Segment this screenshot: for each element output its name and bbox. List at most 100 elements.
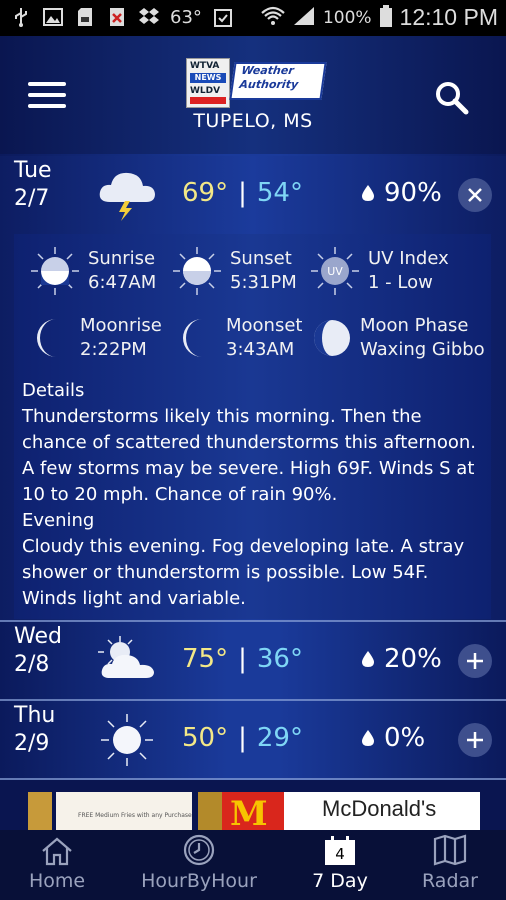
sd-card-icon	[74, 6, 96, 28]
day-details-panel: Sunrise 6:47AM Sunset 5:31PM UV UV Index…	[14, 234, 491, 619]
precipitation: 0%	[362, 723, 425, 753]
uv-value: 1 - Low	[368, 272, 433, 293]
day-card-expanded: Tue 2/7 69° | 54° 90% Sunrise 6:47AM Sun…	[0, 156, 506, 621]
expand-button[interactable]	[458, 644, 492, 678]
raindrop-icon	[362, 730, 374, 746]
plus-icon	[467, 653, 483, 669]
uv-index-info: UV UV Index 1 - Low	[310, 246, 449, 296]
moonrise-time: 2:22PM	[80, 339, 147, 360]
low-temp: 54°	[256, 178, 303, 208]
bottom-navigation: Home HourByHour 4 7 Day Radar	[0, 830, 506, 900]
day-date: 2/8	[14, 652, 50, 677]
signal-icon	[293, 6, 315, 30]
precipitation: 20%	[362, 644, 442, 674]
low-temp: 29°	[256, 723, 303, 753]
rain-chance: 90%	[384, 178, 442, 208]
nav-7-day[interactable]: 4 7 Day	[302, 830, 378, 900]
calendar-day-number: 4	[335, 845, 345, 863]
clipboard-check-icon	[212, 6, 234, 28]
day-row-thu[interactable]: Thu 2/9 50° | 29° 0%	[0, 701, 506, 779]
status-bar: 63° 100% 12:10 PM	[0, 0, 506, 36]
ad-brand-name: McDonald's	[322, 796, 437, 821]
status-temperature: 63°	[170, 6, 202, 28]
temp-separator: |	[238, 723, 247, 753]
nav-hour-label: HourByHour	[141, 870, 257, 892]
day-date: 2/9	[14, 731, 50, 756]
moonset-label: Moonset	[226, 315, 303, 336]
rain-chance: 20%	[384, 644, 442, 674]
status-time: 12:10 PM	[399, 4, 498, 30]
day-row-wed[interactable]: Wed 2/8 75° | 36° 20%	[0, 622, 506, 700]
temp-separator: |	[238, 178, 247, 208]
wifi-icon	[261, 6, 285, 30]
moon-phase-value: Waxing Gibbo	[360, 339, 485, 360]
moonrise-info: Moonrise 2:22PM	[32, 314, 162, 362]
day-row-tue[interactable]: Tue 2/7 69° | 54° 90%	[0, 156, 506, 234]
day-forecast-text: Thunderstorms likely this morning. Then …	[22, 406, 476, 505]
precipitation: 90%	[362, 178, 442, 208]
city-name: TUPELO, MS	[193, 110, 313, 132]
collapse-button[interactable]	[458, 178, 492, 212]
image-icon	[42, 6, 64, 28]
ad-image-strip	[28, 792, 52, 830]
partly-cloudy-icon	[96, 634, 158, 690]
close-icon	[468, 188, 482, 202]
ad-brand-panel: McDonald's	[284, 792, 480, 830]
moonset-info: Moonset 3:43AM	[178, 314, 302, 362]
app-header: WTVA NEWS WLDV Weather Authority TUPELO,…	[0, 36, 506, 154]
raindrop-icon	[362, 651, 374, 667]
calendar-icon: 4	[324, 836, 356, 866]
ad-promo-card: FREE Medium Fries with any Purchase	[56, 792, 192, 830]
ad-image-strip	[198, 792, 222, 830]
home-icon	[42, 837, 72, 866]
uv-badge: UV	[327, 265, 343, 278]
day-name: Thu	[14, 703, 56, 728]
advertisement-banner[interactable]: FREE Medium Fries with any Purchase M Mc…	[0, 780, 506, 830]
plus-icon	[467, 732, 483, 748]
expand-button[interactable]	[458, 723, 492, 757]
nav-home[interactable]: Home	[18, 830, 96, 900]
high-temp: 69°	[182, 178, 229, 208]
hamburger-menu-button[interactable]	[28, 82, 66, 110]
nav-home-label: Home	[28, 870, 86, 892]
mcdonalds-logo-letter: M	[230, 794, 268, 830]
sunrise-time: 6:47AM	[88, 272, 157, 293]
uv-index-icon: UV	[311, 247, 359, 295]
sunset-info: Sunset 5:31PM	[172, 246, 297, 296]
ad-promo-text: FREE Medium Fries with any Purchase	[78, 812, 192, 819]
uv-label: UV Index	[368, 248, 449, 269]
day-name: Wed	[14, 624, 62, 649]
moon-phase-label: Moon Phase	[360, 315, 469, 336]
nav-hour-by-hour[interactable]: HourByHour	[138, 830, 260, 900]
nav-radar[interactable]: Radar	[414, 830, 486, 900]
menu-line	[28, 82, 66, 86]
mcdonalds-logo: M	[222, 792, 284, 830]
search-icon[interactable]	[434, 80, 470, 116]
details-text: Thunderstorms likely this morning. Then …	[22, 404, 482, 612]
high-temp: 50°	[182, 723, 229, 753]
battery-icon	[379, 4, 392, 31]
clock-icon	[183, 834, 215, 866]
moonrise-icon	[37, 319, 56, 357]
temperature-range: 50° | 29°	[182, 723, 303, 753]
raindrop-icon	[362, 185, 374, 201]
moon-phase-icon	[314, 320, 350, 356]
moon-phase-info: Moon Phase Waxing Gibbo	[312, 314, 490, 362]
menu-line	[28, 93, 66, 97]
temperature-range: 75° | 36°	[182, 644, 303, 674]
weather-authority-logo: Weather Authority	[229, 62, 327, 100]
details-heading: Details	[22, 380, 85, 401]
battery-percent: 100%	[322, 7, 372, 28]
thunderstorm-icon	[96, 166, 158, 226]
menu-line	[28, 104, 66, 108]
temperature-range: 69° | 54°	[182, 178, 303, 208]
sunset-icon	[173, 247, 221, 295]
dropbox-icon	[138, 6, 160, 28]
file-error-icon	[106, 6, 128, 28]
nav-7-day-label: 7 Day	[312, 870, 368, 892]
low-temp: 36°	[256, 644, 303, 674]
sunrise-icon	[31, 247, 79, 295]
sunset-label: Sunset	[230, 248, 292, 269]
station-logo: WTVA NEWS WLDV Weather Authority	[186, 58, 327, 108]
map-icon	[433, 834, 467, 866]
